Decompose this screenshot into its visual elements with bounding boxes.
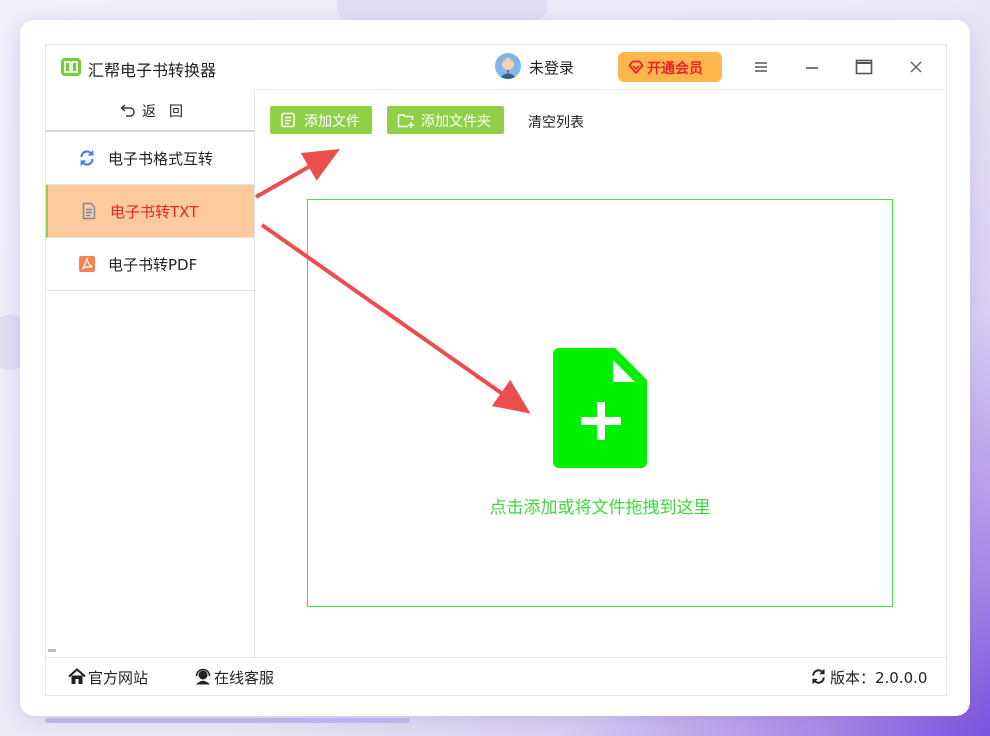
drop-hint-text: 点击添加或将文件拖拽到这里 (489, 498, 711, 518)
sidebar-item-to-pdf[interactable]: 电子书转PDF (46, 238, 254, 291)
avatar[interactable] (495, 53, 521, 79)
add-folder-button[interactable]: 添加文件夹 (387, 106, 504, 134)
title-bar: 汇帮电子书转换器 未登录 开通会员 (46, 45, 946, 90)
support-label: 在线客服 (214, 669, 275, 687)
diamond-icon (628, 60, 644, 74)
sidebar-item-label: 电子书格式互转 (108, 150, 214, 168)
add-folder-label: 添加文件夹 (421, 114, 491, 130)
home-icon (68, 668, 86, 684)
add-file-button[interactable]: 添加文件 (270, 106, 372, 134)
headset-icon (195, 668, 211, 685)
document-icon (82, 202, 96, 220)
version-label: 版本：2.0.0.0 (830, 669, 928, 687)
back-arrow-icon (120, 104, 135, 117)
background-decoration (45, 718, 410, 723)
back-label: 返回 (142, 104, 196, 120)
login-status[interactable]: 未登录 (529, 57, 574, 78)
clear-list-button[interactable]: 清空列表 (528, 112, 584, 132)
refresh-icon (80, 150, 94, 166)
vip-button[interactable]: 开通会员 (618, 52, 722, 82)
status-bar: 官方网站 在线客服 版本：2.0.0.0 (46, 657, 946, 696)
add-folder-icon (397, 114, 414, 128)
app-logo-icon (61, 58, 81, 76)
arrow-to-toolbar (255, 149, 340, 199)
maximize-icon[interactable] (852, 55, 876, 79)
pdf-icon (79, 256, 95, 272)
minimize-icon[interactable] (800, 55, 824, 79)
file-drop-zone[interactable]: 点击添加或将文件拖拽到这里 (307, 199, 893, 607)
back-button[interactable]: 返回 (46, 89, 254, 132)
sidebar: 返回 电子书格式互转 电子书转TXT 电子书转PDF (46, 89, 255, 657)
add-file-large-icon (553, 348, 647, 468)
sidebar-scrollbar[interactable] (48, 649, 56, 652)
app-title: 汇帮电子书转换器 (88, 61, 217, 80)
add-file-label: 添加文件 (304, 114, 360, 130)
menu-icon[interactable] (749, 55, 773, 79)
add-file-icon (281, 112, 295, 128)
sidebar-item-format-convert[interactable]: 电子书格式互转 (46, 132, 254, 185)
close-icon[interactable] (904, 55, 928, 79)
background-decoration (337, 0, 547, 20)
sidebar-item-to-txt[interactable]: 电子书转TXT (46, 185, 254, 238)
website-label: 官方网站 (88, 669, 149, 687)
app-window: 汇帮电子书转换器 未登录 开通会员 返回 电子书格式互转 电子书转TXT 电子书… (45, 44, 947, 696)
sidebar-item-label: 电子书转PDF (108, 256, 198, 274)
vip-label: 开通会员 (647, 61, 703, 77)
sidebar-item-label: 电子书转TXT (110, 203, 199, 221)
refresh-icon (812, 669, 825, 684)
